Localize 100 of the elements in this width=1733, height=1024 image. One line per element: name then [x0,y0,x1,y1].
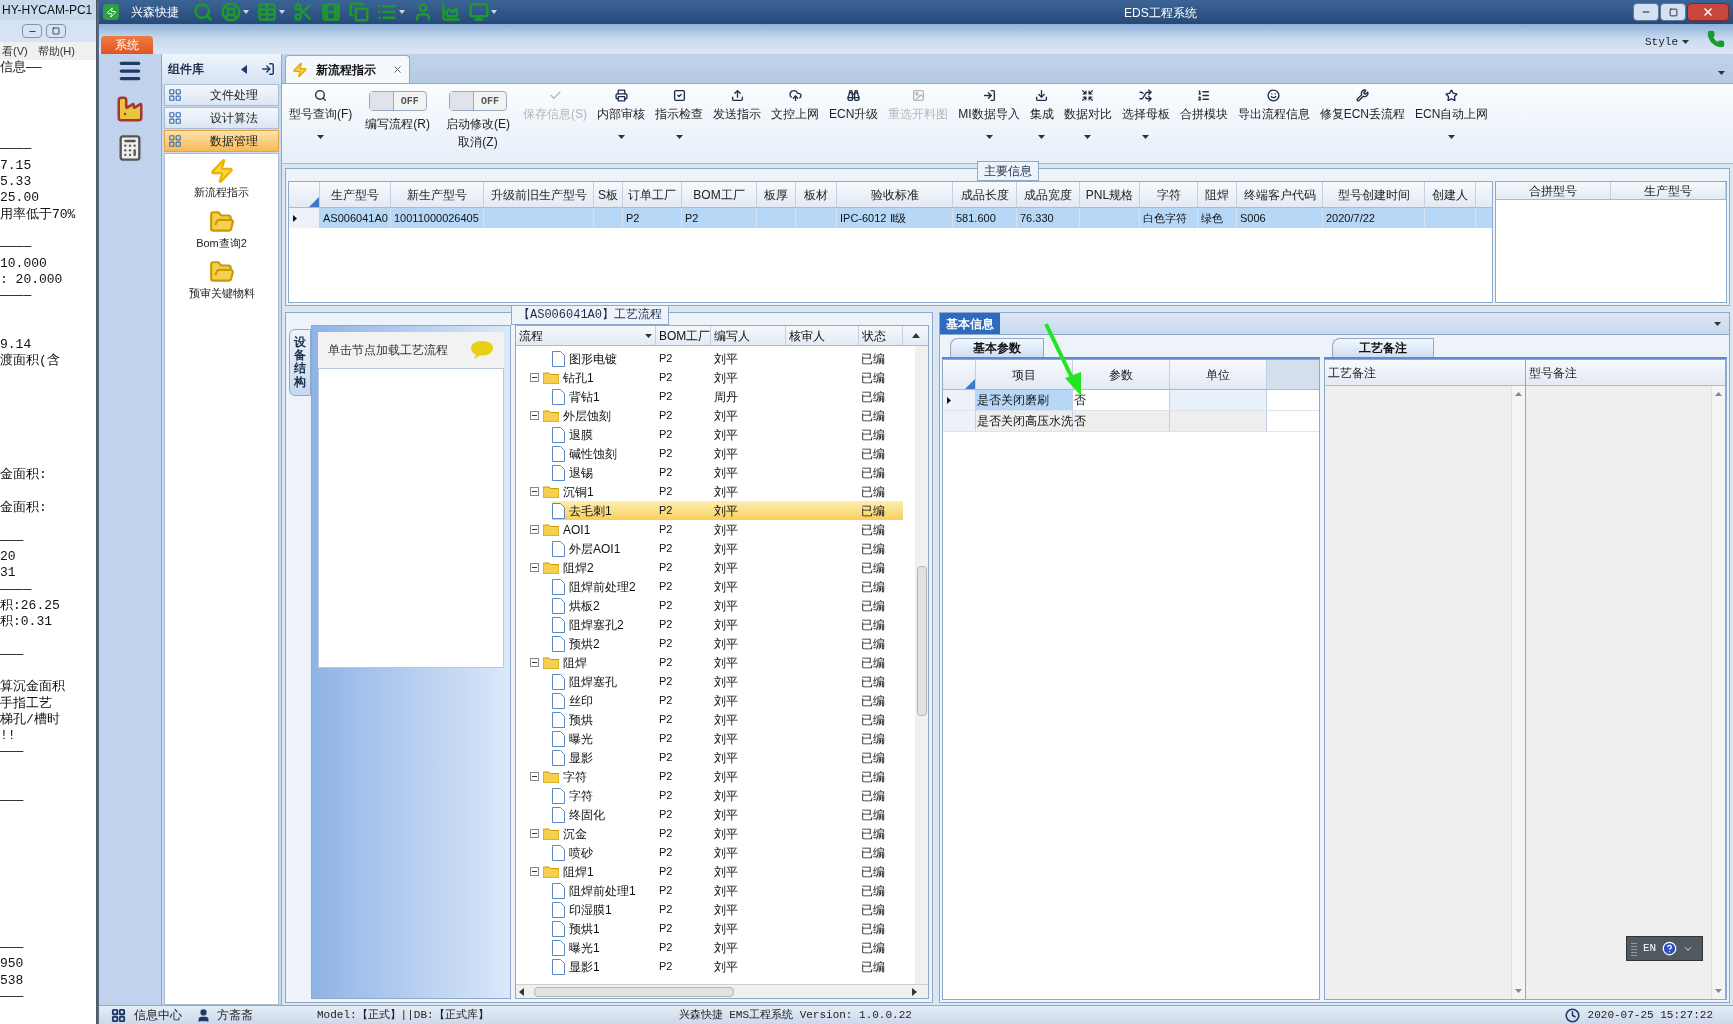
grid-icon[interactable] [111,1007,126,1023]
expander-icon[interactable] [530,373,539,382]
side-tab[interactable]: 设备结构 [289,329,311,396]
tree-row[interactable]: 字符 P2 刘平 已编 [516,767,915,786]
column-header[interactable]: 核审人 [786,326,859,345]
sub-tab[interactable]: 工艺备注 [1332,338,1434,357]
column-header[interactable]: 终端客户代码 [1237,182,1323,207]
shortcut-button[interactable]: Bom查询2 [196,208,247,251]
tree-row[interactable]: 预烘1 P2 刘平 已编 [516,919,915,938]
table-row[interactable]: 是否关闭磨刷 否 [943,390,1319,411]
scroll-up-icon[interactable] [911,333,920,338]
shortcut-button[interactable]: 新流程指示 [194,158,249,201]
panel-tab[interactable]: 基本信息 [940,313,1000,334]
column-header[interactable]: 状态 [859,326,903,345]
toolbar-button[interactable]: 合拼模块 [1174,87,1233,163]
caret-icon[interactable] [399,10,405,14]
tree-row[interactable]: 字符 P2 刘平 已编 [516,786,915,805]
column-header[interactable]: 生产型号 [320,182,391,207]
tree-row[interactable]: 阻焊前处理1 P2 刘平 已编 [516,881,915,900]
collapse-icon[interactable] [241,64,247,74]
help-icon[interactable] [1662,941,1678,956]
column-header[interactable]: 创建人 [1425,182,1476,207]
tree-row[interactable]: 终固化 P2 刘平 已编 [516,805,915,824]
expander-icon[interactable] [530,525,539,534]
expander-icon[interactable] [530,772,539,781]
tree-row[interactable]: 阻焊塞孔2 P2 刘平 已编 [516,615,915,634]
column-header[interactable]: 板厚 [757,182,796,207]
expander-icon[interactable] [530,867,539,876]
library-item[interactable]: 设计算法 [164,107,279,129]
toolbar-button[interactable]: ECN升级 [824,87,884,163]
column-header[interactable]: PNL规格 [1080,182,1140,207]
expander-icon[interactable] [530,563,539,572]
tree-row[interactable]: 阻焊前处理2 P2 刘平 已编 [516,577,915,596]
document-tab[interactable]: 新流程指示 [285,55,410,83]
caret-icon[interactable] [491,10,497,14]
vertical-scrollbar[interactable] [915,346,928,984]
toggle-switch[interactable]: OFF [368,91,427,111]
tree-row[interactable]: 阻焊 P2 刘平 已编 [516,653,915,672]
toolbar-button[interactable]: 指示检查 [650,87,708,163]
caret-icon[interactable] [243,10,249,14]
tree-row[interactable]: 阻焊2 P2 刘平 已编 [516,558,915,577]
notes-field[interactable] [1325,386,1525,999]
column-header[interactable]: BOM工厂 [682,182,757,207]
toolbar-button[interactable]: MI数据导入 [953,87,1025,163]
column-header[interactable]: 生产型号 [1611,182,1726,199]
column-header[interactable]: 编写人 [711,326,786,345]
tree-row[interactable]: AOI1 P2 刘平 已编 [516,520,915,539]
column-header[interactable]: 字符 [1140,182,1198,207]
column-header[interactable]: 成品长度 [953,182,1017,207]
tree-row[interactable]: 预烘2 P2 刘平 已编 [516,634,915,653]
maximize-button[interactable] [1660,3,1686,21]
tree-row[interactable]: 阻焊塞孔 P2 刘平 已编 [516,672,915,691]
column-header[interactable]: 合拼型号 [1496,182,1611,199]
expander-icon[interactable] [530,829,539,838]
menu-item[interactable]: 看(V) [2,42,28,60]
toolbar-button[interactable]: 型号查询(F) [284,87,358,163]
close-icon[interactable] [392,64,403,75]
table-row[interactable]: 是否关闭高压水洗否 [943,411,1319,432]
tree-row[interactable]: 烘板2 P2 刘平 已编 [516,596,915,615]
tree-row[interactable]: 丝印 P2 刘平 已编 [516,691,915,710]
tree-row[interactable]: 显影 P2 刘平 已编 [516,748,915,767]
factory-icon[interactable] [115,94,145,124]
library-item[interactable]: 数据管理 [164,130,279,152]
toolbar-button[interactable]: 发送指示 [708,87,766,163]
column-header[interactable]: 型号创建时间 [1323,182,1425,207]
caret-icon[interactable] [279,10,285,14]
tree-row[interactable]: 曝光1 P2 刘平 已编 [516,938,915,957]
column-header[interactable]: 新生产型号 [391,182,484,207]
notes-field[interactable] [1525,386,1725,999]
tree-row[interactable]: 外层AOI1 P2 刘平 已编 [516,539,915,558]
toolbar-button[interactable]: 文控上网 [766,87,824,163]
library-item[interactable]: 文件处理 [164,84,279,106]
tree-row[interactable]: 阻焊1 P2 刘平 已编 [516,862,915,881]
language-bar[interactable]: EN [1626,936,1703,961]
toolbar-button[interactable]: 导出流程信息 [1232,87,1315,163]
column-header[interactable]: 阻焊 [1198,182,1237,207]
tree-row[interactable]: 退膜 P2 刘平 已编 [516,425,915,444]
column-header[interactable]: 参数 [1109,365,1133,384]
tree-row[interactable]: 喷砂 P2 刘平 已编 [516,843,915,862]
column-header[interactable]: 升级前旧生产型号 [484,182,594,207]
minimize-button[interactable] [1633,3,1659,21]
tree-row[interactable]: 印湿膜1 P2 刘平 已编 [516,900,915,919]
table-row[interactable]: AS006041A0 10011000026405 P2 P2 IPC-6012 Ⅱ级 581.600 76.330 白色字符 绿色 S006 2020/7/22 [289,208,1492,228]
toolbar-button[interactable]: 选择母板 [1116,87,1175,163]
column-header[interactable]: 单位 [1206,365,1230,384]
phone-icon[interactable] [1707,30,1725,48]
tree-row[interactable]: 退锡 P2 刘平 已编 [516,463,915,482]
horizontal-scrollbar[interactable] [516,984,928,998]
tree-row[interactable]: 背钻1 P2 周丹 已编 [516,387,915,406]
column-header[interactable]: 流程 [516,326,656,345]
dock-icon[interactable] [261,62,275,76]
toolbar-button[interactable]: ECN自动上网 [1410,87,1494,163]
column-header[interactable]: 项目 [1012,365,1036,384]
column-header[interactable]: BOM工厂 [656,326,711,345]
sub-tab[interactable]: 基本参数 [950,338,1044,357]
toolbar-button[interactable]: 内部审核 [592,87,650,163]
toggle-switch[interactable]: OFF [449,91,507,111]
column-header[interactable]: 板材 [796,182,837,207]
tree-row[interactable]: 沉铜1 P2 刘平 已编 [516,482,915,501]
shortcut-button[interactable]: 预审关键物料 [188,259,255,302]
